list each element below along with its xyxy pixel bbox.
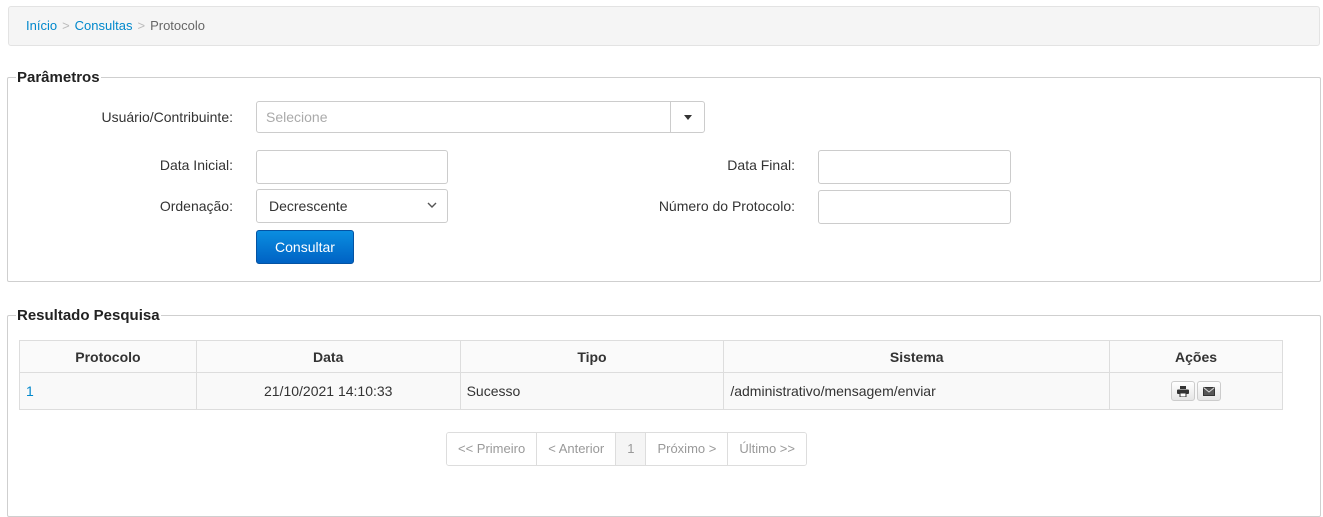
pagination: << Primeiro < Anterior 1 Próximo > Últim… (446, 432, 807, 466)
consultar-button[interactable]: Consultar (256, 230, 354, 264)
pagination-first[interactable]: << Primeiro (447, 433, 537, 465)
results-fieldset: Resultado Pesquisa (7, 307, 1321, 517)
usuario-combobox[interactable]: Selecione (256, 101, 705, 133)
email-button[interactable] (1197, 381, 1222, 401)
data-final-label: Data Final: (727, 157, 795, 173)
column-header-data[interactable]: Data (195, 340, 461, 373)
parameters-legend: Parâmetros (17, 69, 100, 86)
usuario-placeholder: Selecione (266, 109, 328, 125)
pagination-current-page[interactable]: 1 (615, 433, 646, 465)
ordenacao-label: Ordenação: (159, 198, 233, 214)
breadcrumb-home-link[interactable]: Início (26, 18, 57, 33)
column-header-protocolo[interactable]: Protocolo (19, 340, 197, 373)
results-table: Protocolo Data Tipo Sistema Ações 1 21/1… (19, 340, 1283, 410)
chevron-down-icon (427, 202, 437, 208)
data-final-input[interactable] (818, 150, 1011, 184)
cell-data: 21/10/2021 14:10:33 (195, 372, 461, 410)
data-inicial-label: Data Inicial: (159, 157, 233, 173)
combo-toggle-button[interactable] (670, 102, 704, 132)
breadcrumb: Início > Consultas > Protocolo (8, 6, 1320, 46)
data-inicial-input[interactable] (256, 150, 448, 184)
breadcrumb-separator: > (62, 18, 70, 33)
breadcrumb-current: Protocolo (150, 18, 205, 33)
pagination-next[interactable]: Próximo > (645, 433, 728, 465)
ordenacao-selected-value: Decrescente (269, 198, 348, 214)
cell-tipo: Sucesso (459, 372, 725, 410)
breadcrumb-separator: > (137, 18, 146, 33)
usuario-label: Usuário/Contribuinte: (101, 109, 233, 125)
pagination-prev[interactable]: < Anterior (536, 433, 616, 465)
numero-protocolo-input[interactable] (818, 190, 1011, 224)
print-button[interactable] (1171, 381, 1196, 401)
envelope-icon (1203, 386, 1216, 396)
results-legend: Resultado Pesquisa (17, 307, 160, 324)
table-header-row: Protocolo Data Tipo Sistema Ações (19, 340, 1283, 373)
breadcrumb-consultas-link[interactable]: Consultas (75, 18, 133, 33)
protocolo-link[interactable]: 1 (19, 372, 197, 410)
cell-acoes (1109, 372, 1283, 410)
pagination-last[interactable]: Último >> (727, 433, 806, 465)
cell-sistema: /administrativo/mensagem/enviar (723, 372, 1111, 410)
caret-down-icon (683, 115, 692, 120)
column-header-tipo[interactable]: Tipo (459, 340, 725, 373)
table-row: 1 21/10/2021 14:10:33 Sucesso /administr… (19, 372, 1283, 410)
print-icon (1177, 385, 1190, 397)
column-header-acoes: Ações (1109, 340, 1283, 373)
column-header-sistema[interactable]: Sistema (723, 340, 1111, 373)
ordenacao-select[interactable]: Decrescente (256, 189, 448, 223)
numero-protocolo-label: Número do Protocolo: (658, 198, 795, 214)
